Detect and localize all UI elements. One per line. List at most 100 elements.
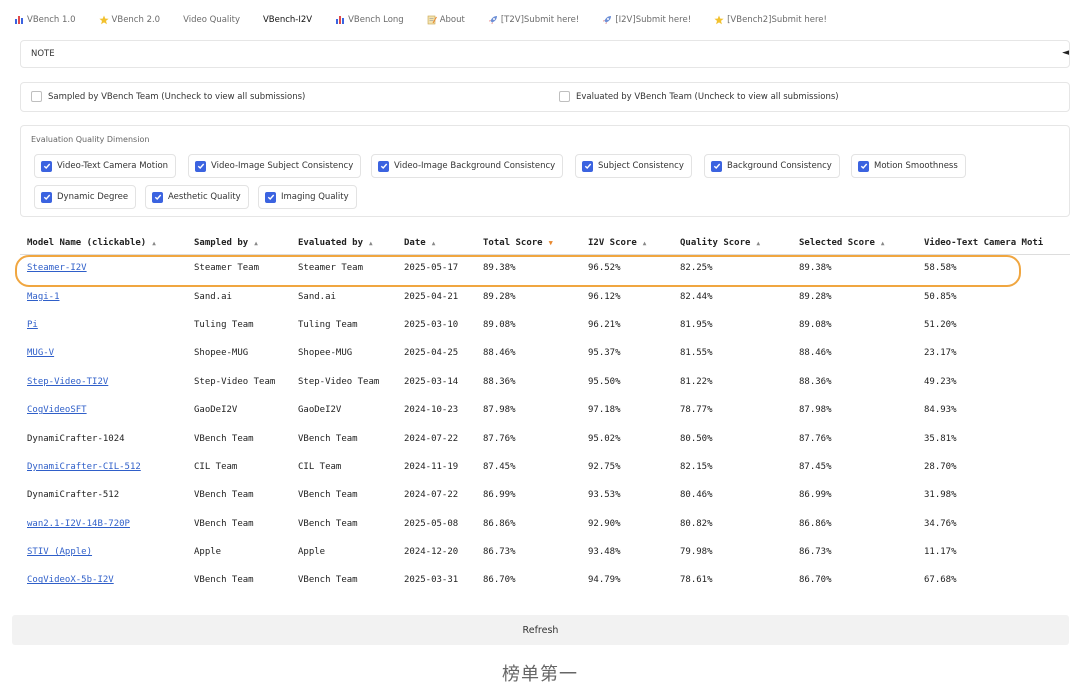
- table-row: MUG-V Shopee-MUG Shopee-MUG 2025-04-25 88.46…: [20, 339, 1070, 367]
- tab-vbench-i2v[interactable]: VBench-I2V: [263, 15, 312, 25]
- table-cell: VBench Team: [298, 433, 358, 444]
- table-cell: 94.79%: [588, 575, 621, 586]
- table-cell: 23.17%: [924, 348, 957, 359]
- check-icon: [41, 191, 52, 203]
- column-header[interactable]: I2V Score ▲: [581, 232, 673, 255]
- sort-icon[interactable]: ▲: [369, 240, 373, 247]
- sort-icon[interactable]: ▲: [756, 240, 760, 247]
- table-cell: 88.36%: [799, 376, 832, 387]
- tab-submit-t2v[interactable]: [T2V]Submit here!: [488, 15, 579, 25]
- table-cell: 86.70%: [799, 575, 832, 586]
- table-cell: 49.23%: [924, 376, 957, 387]
- table-row: DynamiCrafter-CIL-512 CIL Team CIL Team 202…: [20, 453, 1070, 481]
- top-rank-highlight: [15, 255, 1021, 287]
- dimension-checkbox[interactable]: Video-Image Background Consistency: [371, 154, 564, 178]
- table-header-row: Model Name (clickable) ▲ Sampled by ▲ Eval…: [20, 232, 1070, 255]
- sort-icon[interactable]: ▲: [643, 240, 647, 247]
- checkbox-unchecked[interactable]: [31, 91, 42, 102]
- tab-vbench-1[interactable]: VBench 1.0: [14, 15, 76, 25]
- table-cell: 2025-03-14: [404, 376, 459, 387]
- column-header[interactable]: Sampled by ▲: [187, 232, 291, 255]
- dimension-label: Imaging Quality: [281, 192, 349, 202]
- star-icon: [714, 15, 724, 25]
- rocket-icon: [488, 15, 498, 25]
- table-cell: 87.45%: [483, 461, 516, 472]
- check-icon: [41, 160, 52, 172]
- sampled-by-vbench-checkbox[interactable]: Sampled by VBench Team (Uncheck to view …: [31, 91, 305, 102]
- refresh-button[interactable]: Refresh: [12, 615, 1069, 645]
- tab-label: [VBench2]Submit here!: [727, 15, 827, 25]
- tab-vbench-2[interactable]: VBench 2.0: [98, 15, 160, 25]
- check-icon: [195, 160, 206, 172]
- model-name-link[interactable]: CogVideoX-5b-I2V: [20, 566, 187, 594]
- sort-icon[interactable]: ▲: [881, 240, 885, 247]
- table-row: Step-Video-TI2V Step-Video Team Step-Video…: [20, 368, 1070, 396]
- table-cell: 2024-07-22: [404, 490, 459, 501]
- evaluated-by-vbench-checkbox[interactable]: Evaluated by VBench Team (Uncheck to vie…: [559, 91, 839, 102]
- table-cell: 81.55%: [680, 348, 713, 359]
- tab-about[interactable]: About: [427, 15, 465, 25]
- tab-submit-i2v[interactable]: [I2V]Submit here!: [602, 15, 691, 25]
- dimension-checkbox[interactable]: Video-Image Subject Consistency: [188, 154, 362, 178]
- model-name-link[interactable]: Pi: [20, 311, 187, 339]
- model-name-link[interactable]: DynamiCrafter-CIL-512: [20, 453, 187, 481]
- model-name-link[interactable]: wan2.1-I2V-14B-720P: [20, 510, 187, 538]
- tab-video-quality[interactable]: Video Quality: [183, 15, 240, 25]
- table-row: wan2.1-I2V-14B-720P VBench Team VBench Tea…: [20, 510, 1070, 538]
- column-header[interactable]: Quality Score ▲: [673, 232, 792, 255]
- dimension-checkbox[interactable]: Imaging Quality: [258, 185, 357, 209]
- column-header[interactable]: Selected Score ▲: [792, 232, 917, 255]
- model-name-link[interactable]: MUG-V: [20, 339, 187, 367]
- checkbox-unchecked[interactable]: [559, 91, 570, 102]
- star-icon: [98, 15, 109, 25]
- table-cell: 87.45%: [799, 461, 832, 472]
- sort-icon[interactable]: ▲: [254, 240, 258, 247]
- table-cell: 86.86%: [483, 518, 516, 529]
- dimension-checkbox[interactable]: Motion Smoothness: [851, 154, 966, 178]
- model-name-link[interactable]: CogVideoSFT: [20, 396, 187, 424]
- column-header[interactable]: Total Score ▼: [476, 232, 581, 255]
- check-icon: [378, 160, 389, 172]
- tab-submit-vbench2[interactable]: [VBench2]Submit here!: [714, 15, 827, 25]
- table-row: DynamiCrafter-512 VBench Team VBench Team 2…: [20, 481, 1070, 509]
- table-cell: GaoDeI2V: [194, 405, 238, 416]
- collapse-toggle-icon[interactable]: ◄: [1062, 48, 1069, 58]
- table-cell: 81.22%: [680, 376, 713, 387]
- bar-chart-icon: [14, 15, 24, 25]
- table-row: Pi Tuling Team Tuling Team 2025-03-10 89.08%…: [20, 311, 1070, 339]
- table-cell: 51.20%: [924, 319, 957, 330]
- table-cell: 2025-04-25: [404, 348, 459, 359]
- table-cell: Shopee-MUG: [194, 348, 249, 359]
- tab-label: [T2V]Submit here!: [500, 15, 580, 25]
- model-name-link[interactable]: STIV (Apple): [20, 538, 187, 566]
- checkbox-label: Evaluated by VBench Team (Uncheck to vie…: [576, 91, 839, 102]
- model-name: DynamiCrafter-1024: [27, 433, 125, 444]
- table-cell: 93.48%: [588, 547, 621, 558]
- dimension-checkbox[interactable]: Subject Consistency: [575, 154, 692, 178]
- note-label: NOTE: [31, 49, 55, 59]
- memo-icon: [427, 15, 437, 25]
- sort-icon[interactable]: ▲: [432, 240, 436, 247]
- dimension-checkbox[interactable]: Video-Text Camera Motion: [34, 154, 177, 178]
- table-cell: 88.46%: [483, 348, 516, 359]
- dimension-checkbox[interactable]: Dynamic Degree: [34, 185, 137, 209]
- sort-icon[interactable]: ▲: [152, 240, 156, 247]
- note-accordion[interactable]: NOTE ◄: [20, 40, 1070, 68]
- table-body: Steamer-I2V Steamer Team Steamer Team 2025-…: [20, 254, 1070, 595]
- table-cell: Tuling Team: [194, 319, 254, 330]
- table-cell: VBench Team: [298, 518, 358, 529]
- table-cell: 92.75%: [588, 461, 621, 472]
- table-cell: 95.50%: [588, 376, 621, 387]
- model-name-link[interactable]: Step-Video-TI2V: [20, 368, 187, 396]
- sort-desc-icon[interactable]: ▼: [549, 239, 553, 247]
- column-header[interactable]: Video-Text Camera Moti: [917, 232, 1070, 255]
- column-header[interactable]: Date ▲: [397, 232, 476, 255]
- column-header[interactable]: Model Name (clickable) ▲: [20, 232, 187, 255]
- column-header[interactable]: Evaluated by ▲: [291, 232, 397, 255]
- table-cell: 96.21%: [588, 319, 621, 330]
- tab-label: Video Quality: [183, 15, 240, 25]
- dimension-checkbox[interactable]: Aesthetic Quality: [145, 185, 249, 209]
- tab-vbench-long[interactable]: VBench Long: [335, 15, 404, 25]
- dimension-checkbox[interactable]: Background Consistency: [704, 154, 840, 178]
- table-cell: 87.98%: [483, 405, 516, 416]
